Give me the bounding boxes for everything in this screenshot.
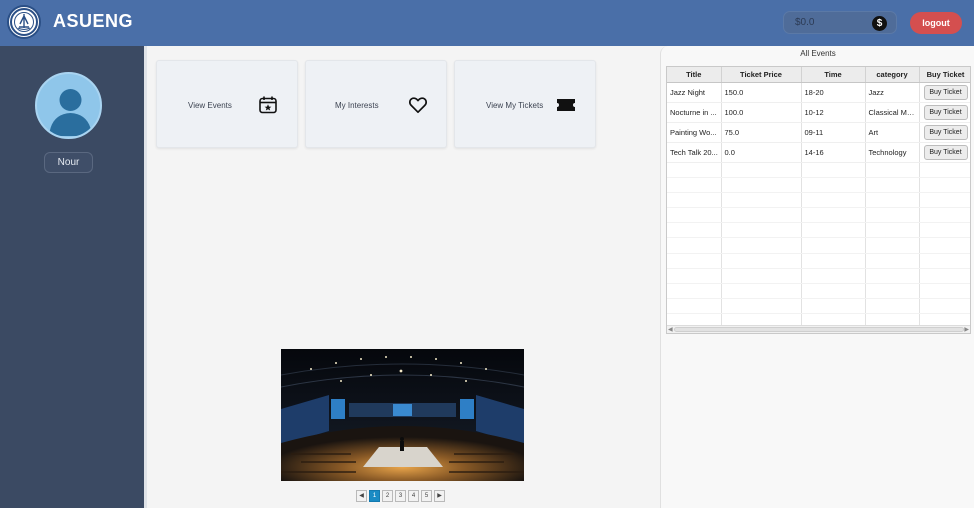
page-button-3[interactable]: 3 <box>395 490 406 502</box>
avatar[interactable] <box>35 72 102 139</box>
cell-category: Classical Music <box>865 102 920 123</box>
cell-price: 75.0 <box>721 122 802 143</box>
column-header-time[interactable]: Time <box>801 67 866 83</box>
empty-row <box>667 177 970 193</box>
cell-category: Art <box>865 122 920 143</box>
card-label: View My Tickets <box>486 101 544 110</box>
empty-row <box>667 222 970 239</box>
logout-button[interactable]: logout <box>910 12 962 34</box>
card-label: My Interests <box>335 101 379 110</box>
view-my-tickets-card[interactable]: View My Tickets <box>454 60 596 148</box>
cell-price: 150.0 <box>721 82 802 103</box>
cell-title: Jazz Night <box>667 82 722 103</box>
buy-ticket-button[interactable]: Buy Ticket <box>923 144 968 160</box>
balance-display: $0.0 $ <box>783 11 897 34</box>
heart-icon <box>408 97 428 114</box>
my-interests-card[interactable]: My Interests <box>305 60 447 148</box>
ticket-icon <box>557 99 575 111</box>
column-header-buy-ticket[interactable]: Buy Ticket <box>919 67 970 83</box>
slideshow-pagination: ◀ 1 2 3 4 5 ▶ <box>356 490 445 502</box>
prev-page-button[interactable]: ◀ <box>356 490 367 502</box>
cell-action: Buy Ticket <box>919 82 970 103</box>
cell-time: 14-16 <box>801 142 866 163</box>
events-table: Title Ticket Price Time category Buy Tic… <box>666 66 971 334</box>
calendar-star-icon <box>259 96 277 114</box>
next-page-button[interactable]: ▶ <box>434 490 445 502</box>
buy-ticket-button[interactable]: Buy Ticket <box>923 124 968 140</box>
university-logo <box>7 5 41 39</box>
cell-time: 18-20 <box>801 82 866 103</box>
app-title: ASUENG <box>53 11 134 31</box>
page-button-4[interactable]: 4 <box>408 490 419 502</box>
empty-row <box>667 283 970 300</box>
cell-title: Nocturne in ... <box>667 102 722 123</box>
cell-price: 0.0 <box>721 142 802 163</box>
cell-title: Tech Talk 20... <box>667 142 722 163</box>
top-header: ASUENG $0.0 $ logout <box>0 0 974 46</box>
cell-time: 10-12 <box>801 102 866 123</box>
cell-time: 09-11 <box>801 122 866 143</box>
table-row[interactable]: Jazz Night 150.0 18-20 Jazz Buy Ticket <box>667 82 970 103</box>
horizontal-scrollbar[interactable]: ◀ ▶ <box>667 325 970 333</box>
card-label: View Events <box>188 101 232 110</box>
all-events-panel: All Events Title Ticket Price Time categ… <box>660 46 974 508</box>
cell-title: Painting Wo... <box>667 122 722 143</box>
cell-action: Buy Ticket <box>919 122 970 143</box>
table-header-row: Title Ticket Price Time category Buy Tic… <box>667 67 970 83</box>
scroll-right-icon[interactable]: ▶ <box>964 326 969 333</box>
cell-category: Technology <box>865 142 920 163</box>
page-button-2[interactable]: 2 <box>382 490 393 502</box>
cell-price: 100.0 <box>721 102 802 123</box>
empty-row <box>667 162 970 178</box>
page-button-1[interactable]: 1 <box>369 490 380 502</box>
empty-row <box>667 268 970 285</box>
username-button[interactable]: Nour <box>44 152 93 173</box>
empty-row <box>667 298 970 315</box>
cell-category: Jazz <box>865 82 920 103</box>
sidebar-divider <box>144 46 147 508</box>
balance-amount: $0.0 <box>795 17 815 28</box>
scroll-left-icon[interactable]: ◀ <box>668 326 673 333</box>
view-events-card[interactable]: View Events <box>156 60 298 148</box>
table-row[interactable]: Nocturne in ... 100.0 10-12 Classical Mu… <box>667 102 970 123</box>
column-header-category[interactable]: category <box>865 67 920 83</box>
buy-ticket-button[interactable]: Buy Ticket <box>923 104 968 120</box>
scrollbar-thumb[interactable] <box>674 327 964 332</box>
empty-row <box>667 207 970 224</box>
column-header-title[interactable]: Title <box>667 67 722 83</box>
empty-row <box>667 237 970 254</box>
table-row[interactable]: Painting Wo... 75.0 09-11 Art Buy Ticket <box>667 122 970 143</box>
empty-row <box>667 192 970 209</box>
buy-ticket-button[interactable]: Buy Ticket <box>923 84 968 100</box>
event-slideshow-image <box>281 349 524 481</box>
column-header-ticket-price[interactable]: Ticket Price <box>721 67 802 83</box>
empty-row <box>667 253 970 269</box>
cell-action: Buy Ticket <box>919 102 970 123</box>
page-button-5[interactable]: 5 <box>421 490 432 502</box>
dollar-coin-icon: $ <box>872 16 887 31</box>
user-silhouette-icon <box>49 89 92 136</box>
cell-action: Buy Ticket <box>919 142 970 163</box>
sidebar: Nour <box>0 46 144 508</box>
table-row[interactable]: Tech Talk 20... 0.0 14-16 Technology Buy… <box>667 142 970 163</box>
panel-title: All Events <box>800 49 836 58</box>
